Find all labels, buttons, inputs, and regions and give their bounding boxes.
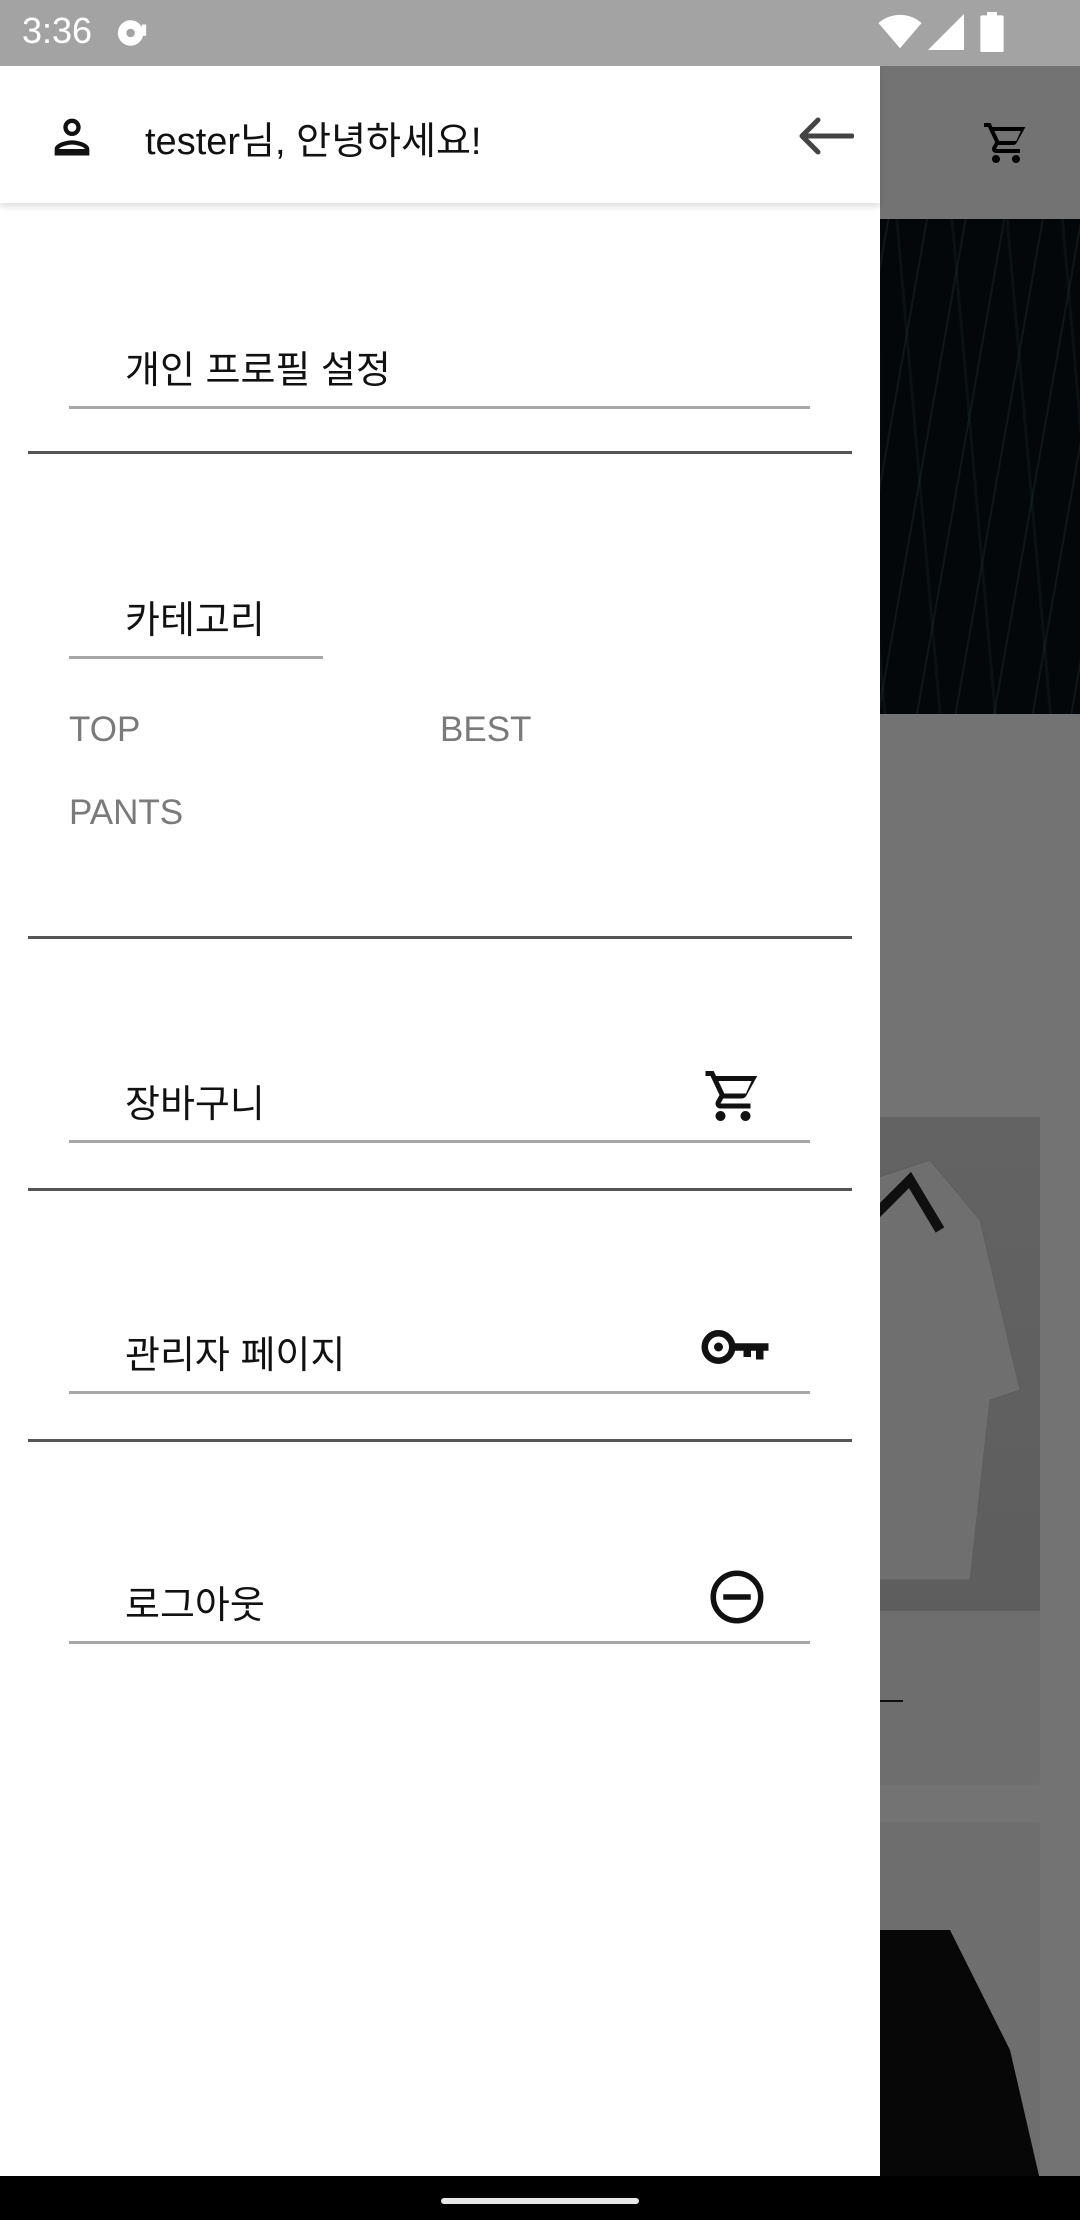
key-icon	[701, 1330, 769, 1364]
profile-settings-label: 개인 프로필 설정	[125, 350, 391, 392]
cart-icon	[705, 1071, 758, 1121]
remove-circle-icon	[710, 1570, 764, 1624]
drawer-header: tester님, 안녕하세요!	[0, 66, 880, 203]
person-icon	[54, 118, 90, 156]
cart-label: 장바구니	[125, 1084, 265, 1126]
system-navigation-bar	[0, 2176, 1080, 2220]
status-time: 3:36	[22, 10, 93, 51]
category-link-top[interactable]: TOP	[69, 710, 140, 750]
category-link-pants[interactable]: PANTS	[69, 793, 183, 833]
cart-item[interactable]: 장바구니	[69, 1058, 810, 1143]
section-divider	[28, 936, 852, 939]
category-label: 카테고리	[125, 600, 265, 642]
back-arrow-icon[interactable]	[796, 114, 854, 158]
navigation-drawer: tester님, 안녕하세요! 개인 프로필 설정 카테고리 TOP BEST …	[0, 66, 880, 2176]
section-divider	[28, 1188, 852, 1191]
logout-item[interactable]: 로그아웃	[69, 1559, 810, 1644]
home-gesture-handle[interactable]	[441, 2198, 639, 2204]
admin-page-item[interactable]: 관리자 페이지	[69, 1309, 810, 1394]
category-link-best[interactable]: BEST	[440, 710, 531, 750]
wifi-icon	[878, 14, 922, 49]
status-bar: 3:36	[0, 0, 1080, 66]
media-icon	[117, 20, 147, 46]
battery-icon	[980, 12, 1004, 52]
section-divider	[28, 451, 852, 454]
greeting-text: tester님, 안녕하세요!	[145, 121, 482, 163]
admin-label: 관리자 페이지	[125, 1335, 346, 1377]
profile-settings-item[interactable]: 개인 프로필 설정	[69, 324, 810, 409]
logout-label: 로그아웃	[125, 1585, 265, 1627]
section-divider	[28, 1439, 852, 1442]
category-header: 카테고리	[69, 574, 323, 659]
signal-icon	[928, 14, 964, 50]
